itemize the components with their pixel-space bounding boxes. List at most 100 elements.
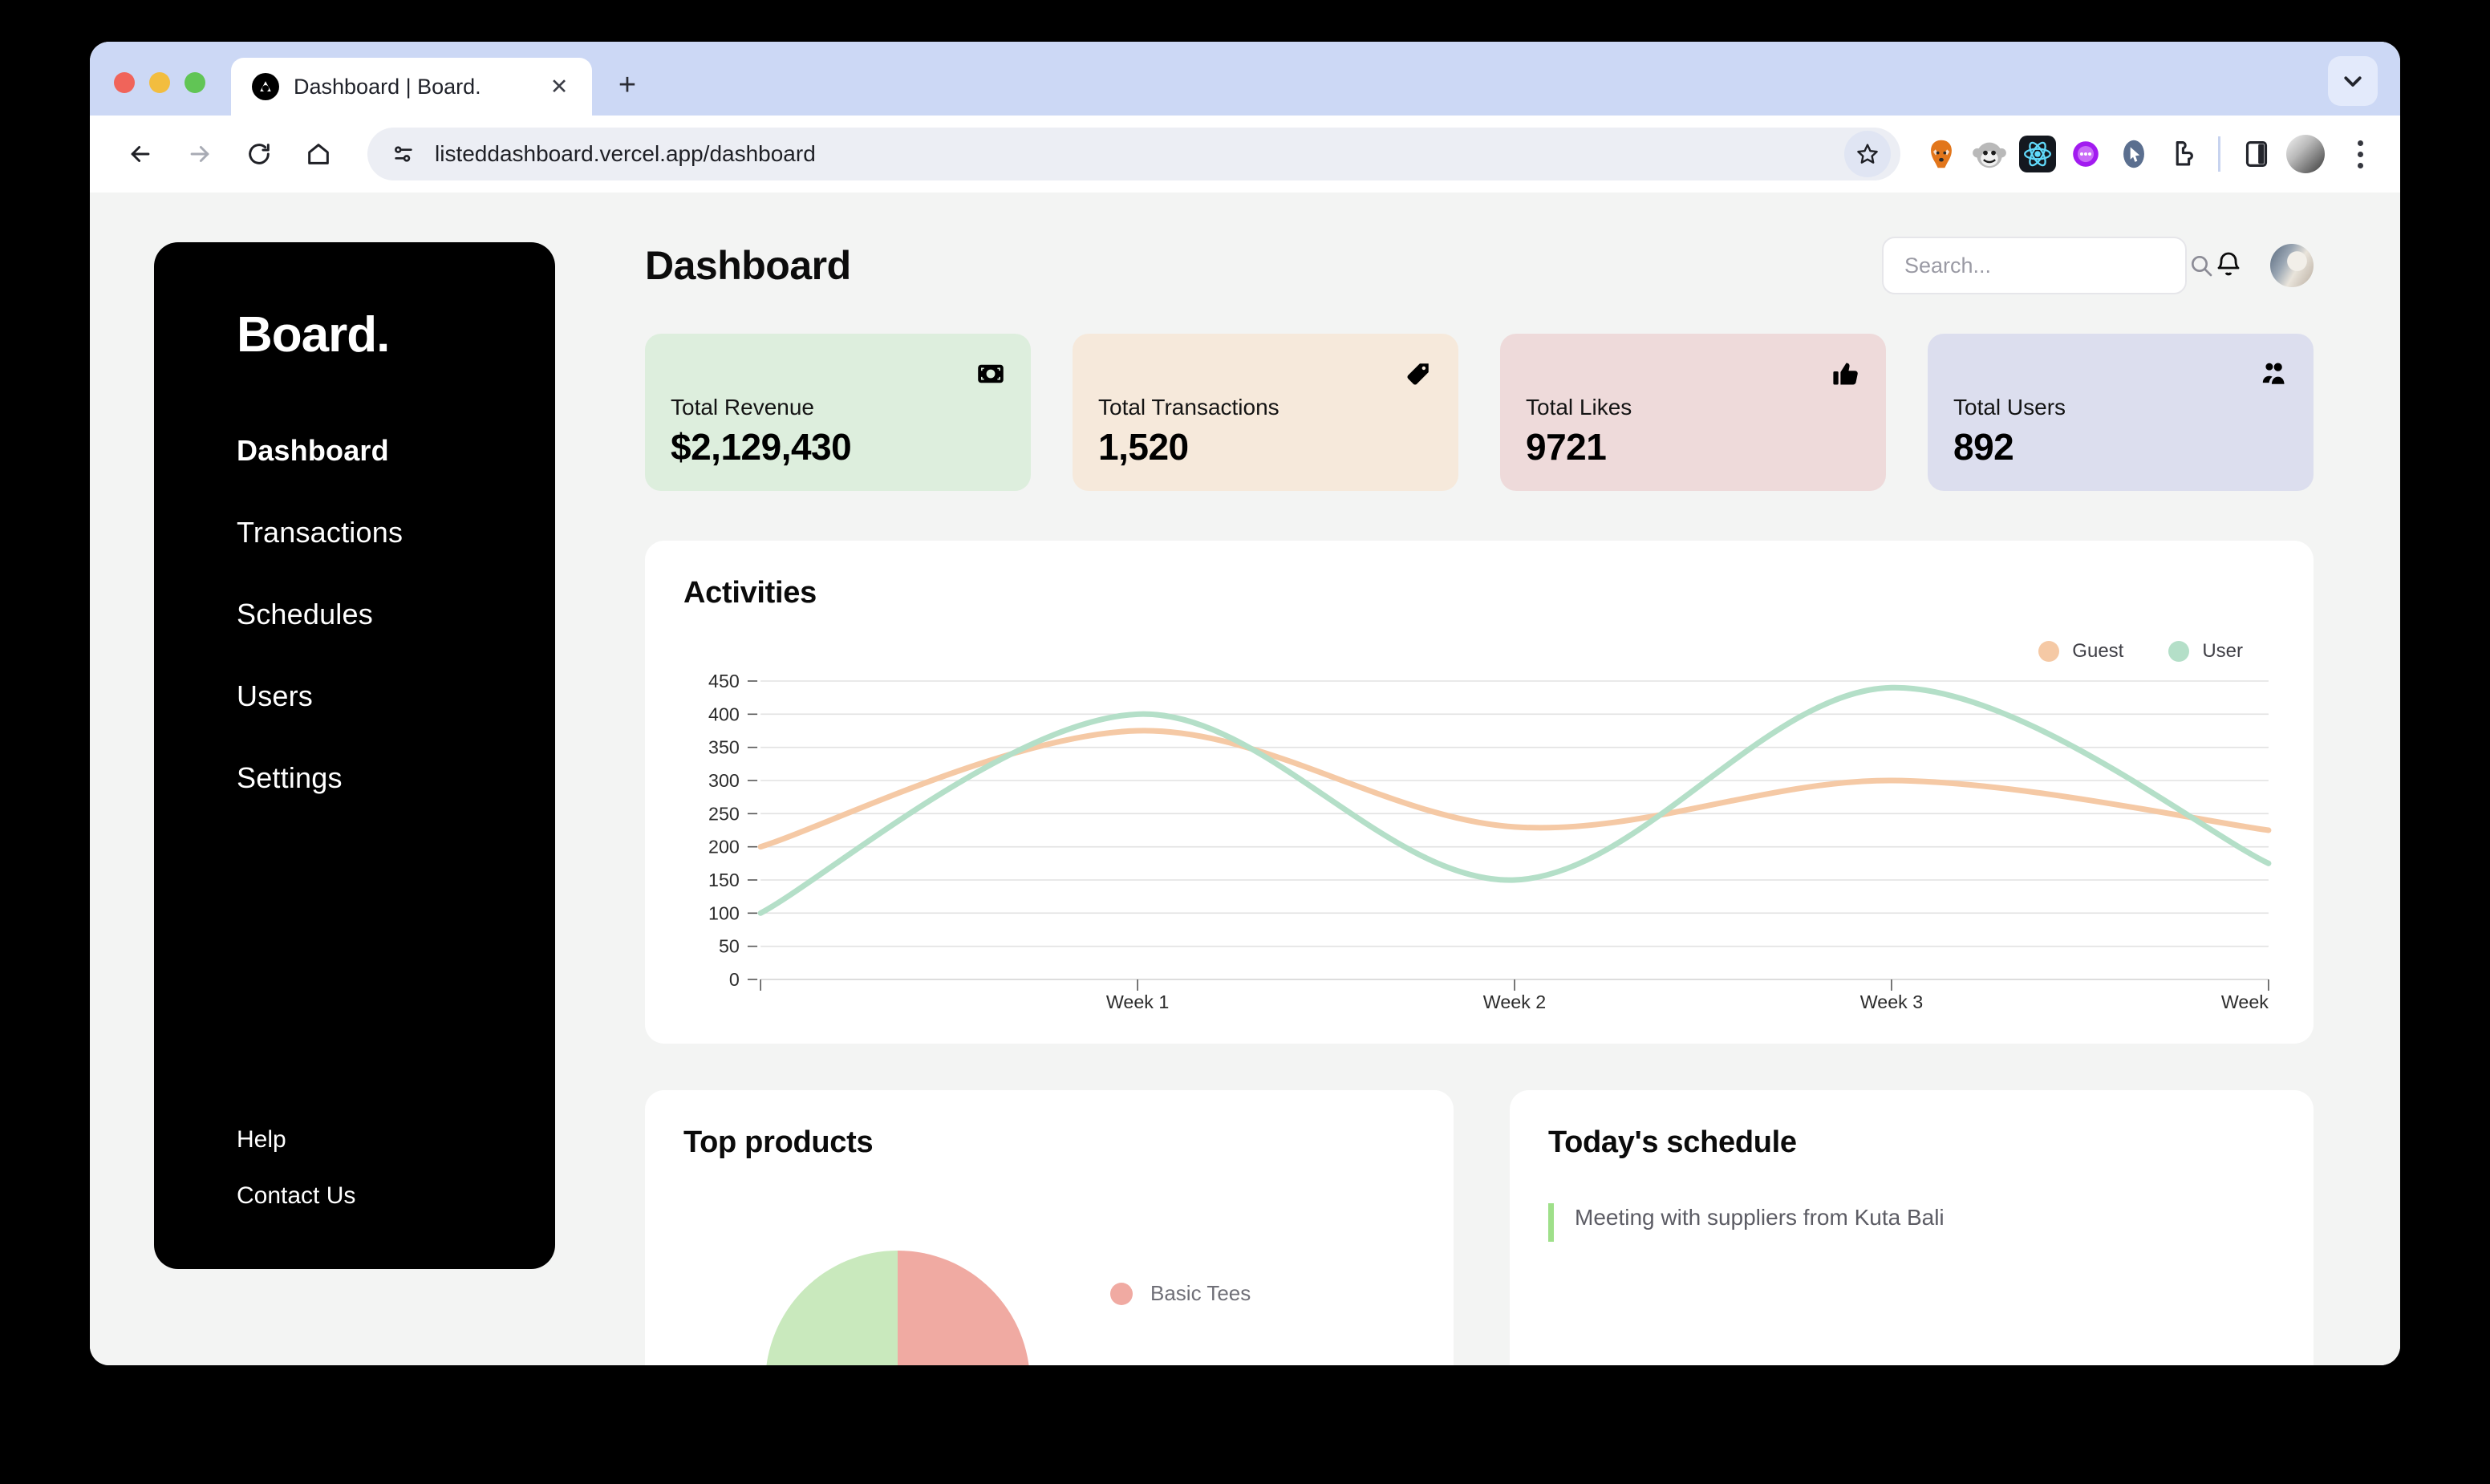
x-tick-label: Week 3: [1860, 991, 1923, 1012]
sidebar-footer: Help Contact Us: [154, 1126, 555, 1210]
new-tab-button[interactable]: +: [605, 63, 650, 107]
back-icon[interactable]: [114, 128, 167, 180]
y-tick-label: 250: [708, 803, 740, 824]
search-icon[interactable]: [2188, 253, 2214, 278]
board-logo-icon: [252, 73, 279, 100]
legend-item-guest[interactable]: Guest: [2038, 640, 2123, 663]
legend-label-user: User: [2202, 640, 2243, 662]
stat-card-total-revenue[interactable]: Total Revenue $2,129,430: [645, 334, 1031, 491]
schedule-item[interactable]: Meeting with suppliers from Kuta Bali: [1548, 1203, 2275, 1242]
browser-profile-avatar[interactable]: [2286, 135, 2325, 173]
close-icon[interactable]: ✕: [544, 71, 574, 102]
chart-svg: 0 50 100 150 200 250 300 350 400 450 Week 1 Week 2 W…: [708, 675, 2275, 1012]
y-tick-label: 50: [719, 936, 740, 957]
browser-tab-title: Dashboard | Board.: [294, 74, 481, 99]
y-tick-label: 450: [708, 675, 740, 691]
y-tick-label: 200: [708, 837, 740, 858]
y-tick-label: 350: [708, 737, 740, 758]
sidebar: Board. Dashboard Transactions Schedules …: [154, 242, 555, 1269]
extensions-row: [1923, 135, 2379, 173]
x-tick-label: Week 1: [1106, 991, 1169, 1012]
activities-card: Activities Guest User 0 50 100 150 200 250 300…: [645, 541, 2314, 1044]
browser-toolbar: listeddashboard.vercel.app/dashboard: [90, 116, 2400, 193]
react-devtools-extension-icon[interactable]: [2019, 136, 2056, 172]
legend-label-basic-tees: Basic Tees: [1150, 1281, 1251, 1305]
pie-svg: [766, 1251, 1029, 1365]
chart-line-user: [760, 687, 2269, 913]
cursor-extension-icon[interactable]: [2115, 136, 2152, 172]
page-title: Dashboard: [645, 243, 851, 288]
sidebar-item-settings[interactable]: Settings: [154, 761, 555, 795]
legend-dot-user: [2168, 641, 2190, 662]
legend-dot-basic-tees: [1110, 1282, 1133, 1305]
browser-tab[interactable]: Dashboard | Board. ✕: [231, 58, 592, 116]
site-settings-icon[interactable]: [388, 139, 419, 169]
window-traffic-lights: [114, 72, 205, 116]
stat-value: 892: [1953, 426, 2014, 468]
main-header: Dashboard: [645, 234, 2314, 297]
legend-item-user[interactable]: User: [2168, 640, 2243, 663]
avatar[interactable]: [2270, 244, 2314, 287]
side-panel-icon[interactable]: [2238, 136, 2275, 172]
window-minimize-button[interactable]: [149, 72, 170, 93]
toolbar-divider: [2218, 136, 2220, 172]
sidebar-item-transactions[interactable]: Transactions: [154, 516, 555, 549]
page-viewport: Board. Dashboard Transactions Schedules …: [90, 193, 2400, 1365]
stat-card-total-transactions[interactable]: Total Transactions 1,520: [1073, 334, 1458, 491]
bottom-row: Top products Basic Tees Today's schedule…: [645, 1090, 2314, 1365]
top-products-pie-chart[interactable]: [765, 1251, 1030, 1365]
activities-line-chart[interactable]: 0 50 100 150 200 250 300 350 400 450 Week 1 Week 2 W…: [683, 675, 2275, 1012]
x-tick-label: Week 2: [1483, 991, 1546, 1012]
stat-card-total-users[interactable]: Total Users 892: [1928, 334, 2314, 491]
browser-window: Dashboard | Board. ✕ + listeddashboard.v…: [90, 42, 2400, 1365]
notification-bell-icon[interactable]: [2214, 249, 2243, 282]
forward-icon[interactable]: [173, 128, 226, 180]
sidebar-item-help[interactable]: Help: [154, 1126, 555, 1154]
top-products-legend: Basic Tees: [1110, 1281, 1251, 1306]
window-maximize-button[interactable]: [185, 72, 205, 93]
todays-schedule-title: Today's schedule: [1548, 1125, 1797, 1159]
top-products-card: Top products Basic Tees: [645, 1090, 1454, 1365]
schedule-list: Meeting with suppliers from Kuta Bali: [1548, 1203, 2275, 1242]
stat-label: Total Likes: [1526, 395, 1632, 420]
sidebar-item-dashboard[interactable]: Dashboard: [154, 434, 555, 468]
search-box[interactable]: [1882, 237, 2212, 294]
home-icon[interactable]: [292, 128, 345, 180]
y-tick-label: 0: [729, 969, 740, 990]
chart-line-guest: [760, 731, 2269, 847]
y-tick-label: 100: [708, 902, 740, 923]
purple-orb-extension-icon[interactable]: [2067, 136, 2104, 172]
reload-icon[interactable]: [233, 128, 286, 180]
legend-item-basic-tees[interactable]: Basic Tees: [1110, 1281, 1251, 1306]
y-tick-label: 150: [708, 870, 740, 890]
puzzle-extensions-icon[interactable]: [2164, 136, 2200, 172]
y-tick-label: 300: [708, 770, 740, 791]
sidebar-item-users[interactable]: Users: [154, 679, 555, 713]
main-content: Dashboard Search... Total Revenue $2,129…: [645, 193, 2400, 1365]
browser-tab-strip: Dashboard | Board. ✕ +: [90, 42, 2400, 116]
search-input[interactable]: [1904, 253, 2188, 278]
monkey-extension-icon[interactable]: [1971, 136, 2008, 172]
thumbs-up-icon: [1831, 359, 1860, 388]
y-tick-label: 400: [708, 703, 740, 724]
legend-dot-guest: [2038, 641, 2060, 662]
stat-label: Total Revenue: [671, 395, 815, 420]
sidebar-item-contact-us[interactable]: Contact Us: [154, 1182, 555, 1210]
stat-value: 1,520: [1098, 426, 1189, 468]
sidebar-item-schedules[interactable]: Schedules: [154, 598, 555, 631]
url-text: listeddashboard.vercel.app/dashboard: [435, 141, 816, 166]
money-icon: [976, 359, 1005, 388]
address-bar[interactable]: listeddashboard.vercel.app/dashboard: [367, 128, 1900, 180]
browser-menu-icon[interactable]: [2341, 140, 2379, 168]
chart-legend: Guest User: [2038, 640, 2243, 663]
stat-label: Total Transactions: [1098, 395, 1279, 420]
legend-label-guest: Guest: [2072, 640, 2124, 662]
stat-value: $2,129,430: [671, 426, 852, 468]
chevron-down-icon[interactable]: [2328, 56, 2378, 106]
metamask-extension-icon[interactable]: [1923, 136, 1960, 172]
bookmark-star-icon[interactable]: [1844, 131, 1891, 177]
schedule-item-text: Meeting with suppliers from Kuta Bali: [1575, 1205, 1945, 1230]
top-products-title: Top products: [683, 1125, 874, 1159]
window-close-button[interactable]: [114, 72, 135, 93]
stat-card-total-likes[interactable]: Total Likes 9721: [1500, 334, 1886, 491]
